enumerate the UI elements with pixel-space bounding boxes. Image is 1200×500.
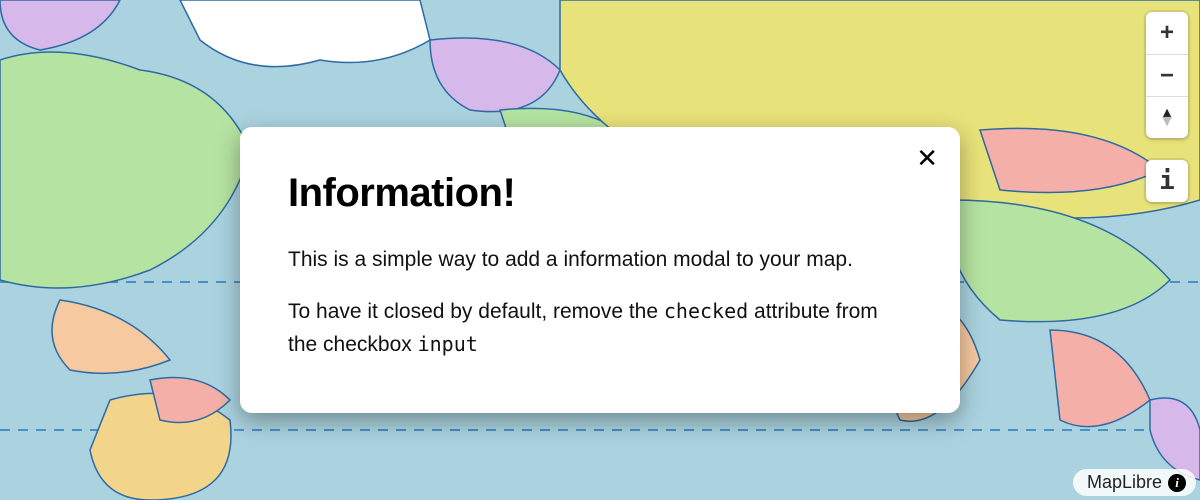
modal-close-button[interactable]: ✕ (916, 145, 938, 171)
zoom-in-button[interactable]: + (1146, 12, 1188, 54)
compass-south-icon: ▼ (1159, 118, 1175, 126)
attribution-info-icon: i (1168, 474, 1186, 492)
zoom-out-button[interactable]: − (1146, 54, 1188, 96)
modal-p2-text-a: To have it closed by default, remove the (288, 300, 664, 323)
map-canvas[interactable]: + − ▲ ▼ i MapLibre i ✕ Information! This… (0, 0, 1200, 500)
modal-paragraph-1: This is a simple way to add a informatio… (288, 244, 912, 277)
info-modal: ✕ Information! This is a simple way to a… (240, 127, 960, 414)
modal-code-input: input (418, 332, 478, 356)
attribution-label: MapLibre (1087, 472, 1162, 493)
close-icon: ✕ (916, 143, 938, 173)
info-control-group: i (1146, 160, 1188, 202)
plus-icon: + (1160, 19, 1174, 47)
reset-bearing-button[interactable]: ▲ ▼ (1146, 96, 1188, 138)
modal-code-checked: checked (664, 299, 748, 323)
info-toggle-button[interactable]: i (1146, 160, 1188, 202)
modal-title: Information! (288, 171, 912, 216)
minus-icon: − (1160, 62, 1174, 90)
attribution-pill[interactable]: MapLibre i (1073, 469, 1196, 496)
info-icon: i (1159, 166, 1175, 196)
modal-paragraph-2: To have it closed by default, remove the… (288, 296, 912, 361)
nav-control-group: + − ▲ ▼ (1146, 12, 1188, 138)
